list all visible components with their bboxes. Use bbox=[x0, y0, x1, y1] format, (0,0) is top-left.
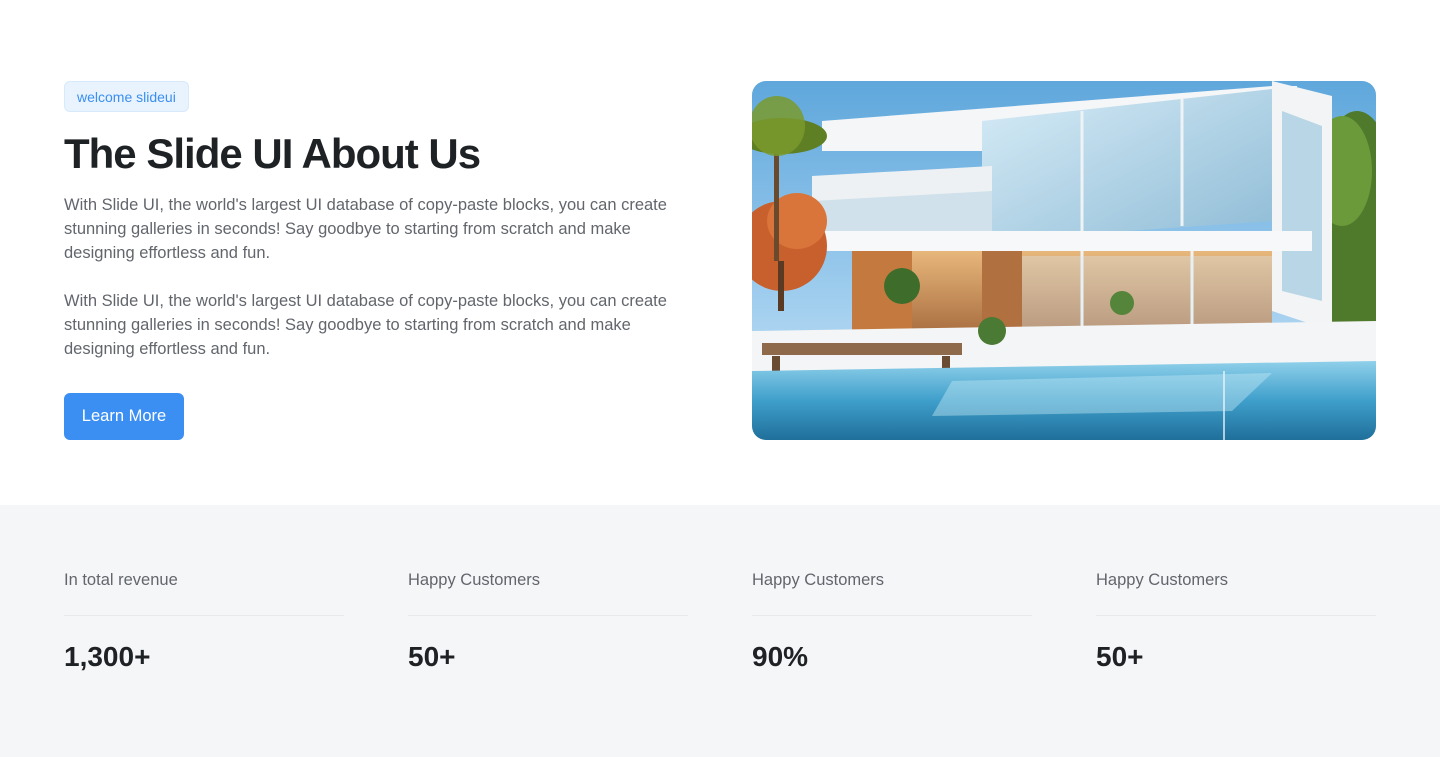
stat-label: Happy Customers bbox=[1096, 571, 1229, 589]
stat-card-customers: Happy Customers 50+ bbox=[408, 505, 688, 757]
stat-card-revenue: In total revenue 1,300+ bbox=[64, 505, 344, 757]
stat-value: 1,300+ bbox=[64, 641, 151, 672]
welcome-badge: welcome slideui bbox=[64, 81, 189, 112]
stat-divider bbox=[64, 615, 344, 616]
stat-label: Happy Customers bbox=[408, 571, 541, 589]
stat-label: Happy Customers bbox=[752, 571, 885, 589]
villa-photo bbox=[752, 81, 1376, 440]
about-hero-section: welcome slideui The Slide UI About Us Wi… bbox=[0, 0, 1440, 505]
intro-paragraph: With Slide UI, the world's largest UI da… bbox=[64, 196, 667, 262]
stat-divider bbox=[408, 615, 688, 616]
stat-value: 50+ bbox=[1096, 641, 1144, 672]
page-title: The Slide UI About Us bbox=[64, 130, 481, 177]
stat-value: 50+ bbox=[408, 641, 456, 672]
stat-label: In total revenue bbox=[64, 571, 178, 589]
stats-section: In total revenue 1,300+ Happy Customers … bbox=[0, 505, 1440, 757]
stat-divider bbox=[752, 615, 1032, 616]
villa-illustration bbox=[752, 81, 1376, 440]
intro-paragraph-secondary: With Slide UI, the world's largest UI da… bbox=[64, 292, 667, 358]
stat-divider bbox=[1096, 615, 1376, 616]
stat-value: 90% bbox=[752, 641, 809, 672]
learn-more-button[interactable]: Learn More bbox=[64, 393, 184, 440]
stat-card-customers-percent: Happy Customers 90% bbox=[752, 505, 1032, 757]
stat-card-customers-extra: Happy Customers 50+ bbox=[1096, 505, 1376, 757]
about-page: welcome slideui The Slide UI About Us Wi… bbox=[0, 0, 1440, 757]
